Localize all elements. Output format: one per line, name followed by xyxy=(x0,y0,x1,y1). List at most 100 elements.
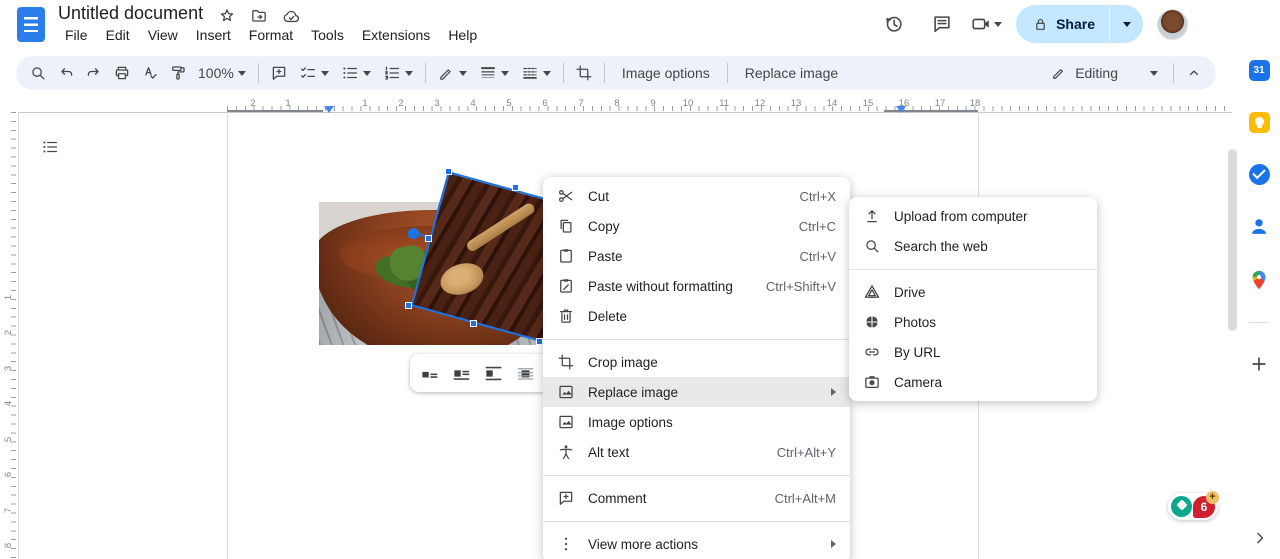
selection-handle-bottom-right[interactable] xyxy=(536,338,543,345)
replace-image-button[interactable]: Replace image xyxy=(735,60,848,86)
right-margin-marker[interactable] xyxy=(896,106,906,113)
menu-item-paste[interactable]: Paste Ctrl+V xyxy=(543,241,850,271)
numbered-list-button[interactable] xyxy=(378,60,418,86)
submenu-arrow-icon xyxy=(831,388,836,396)
chevron-right-icon xyxy=(1250,528,1270,548)
menubar-item[interactable]: Edit xyxy=(97,25,139,45)
version-history-button[interactable] xyxy=(874,4,914,44)
maps-icon[interactable] xyxy=(1248,269,1270,291)
star-button[interactable] xyxy=(216,5,238,27)
menu-item-view-more-actions[interactable]: View more actions xyxy=(543,529,850,559)
hide-menus-button[interactable] xyxy=(1181,60,1207,86)
move-folder-button[interactable] xyxy=(248,5,270,27)
checklist-icon xyxy=(299,64,317,82)
selection-handle-top-mid[interactable] xyxy=(512,184,519,191)
menubar-item[interactable]: View xyxy=(139,25,187,45)
menu-item-copy[interactable]: Copy Ctrl+C xyxy=(543,211,850,241)
zoom-value: 100% xyxy=(198,65,234,81)
rotation-handle[interactable] xyxy=(408,228,419,239)
vertical-scrollbar[interactable] xyxy=(1228,149,1237,331)
behind-text-icon[interactable] xyxy=(516,364,535,383)
menubar-item[interactable]: Extensions xyxy=(353,25,439,45)
divider[interactable] xyxy=(849,261,1097,277)
contacts-icon[interactable] xyxy=(1248,216,1270,238)
show-document-outline-button[interactable] xyxy=(36,133,64,161)
submenu-item-photos[interactable]: Photos xyxy=(849,307,1097,337)
menu-item-cut[interactable]: Cut Ctrl+X xyxy=(543,181,850,211)
wrap-text-icon[interactable] xyxy=(452,364,471,383)
border-weight-button[interactable] xyxy=(474,60,514,86)
ruler-number: 6 xyxy=(2,471,14,478)
zoom-select[interactable]: 100% xyxy=(193,60,251,86)
paint-format-button[interactable] xyxy=(165,60,191,86)
document-status-button[interactable] xyxy=(280,5,302,27)
menu-item-crop-image[interactable]: Crop image xyxy=(543,347,850,377)
selection-handle-bottom-mid[interactable] xyxy=(470,320,477,327)
editing-mode-select[interactable]: Editing xyxy=(1043,60,1166,86)
crop-image-button[interactable] xyxy=(571,60,597,86)
share-dropdown-button[interactable] xyxy=(1109,5,1143,43)
menubar-item[interactable]: Tools xyxy=(302,25,353,45)
submenu-item-drive[interactable]: Drive xyxy=(849,277,1097,307)
menu-item-label: Upload from computer xyxy=(894,208,1028,224)
menubar-item[interactable]: File xyxy=(56,25,97,45)
menu-item-replace-image[interactable]: Replace image xyxy=(543,377,850,407)
selection-handle-bottom-left[interactable] xyxy=(405,302,412,309)
calendar-icon[interactable]: 31 xyxy=(1248,60,1270,81)
menu-item-alt-text[interactable]: Alt text Ctrl+Alt+Y xyxy=(543,437,850,467)
left-margin-marker[interactable] xyxy=(324,106,334,113)
join-call-button[interactable] xyxy=(970,13,1003,35)
divider[interactable] xyxy=(543,331,850,347)
share-button[interactable]: Share xyxy=(1016,5,1109,43)
menubar-item[interactable]: Help xyxy=(439,25,486,45)
bulleted-list-button[interactable] xyxy=(336,60,376,86)
get-addons-icon[interactable] xyxy=(1249,354,1269,374)
break-text-icon[interactable] xyxy=(484,364,503,383)
document-title[interactable]: Untitled document xyxy=(58,3,203,24)
docs-logo-icon[interactable] xyxy=(17,7,45,42)
menu-item-icon xyxy=(557,247,575,265)
ruler-number: 8 xyxy=(2,542,14,549)
keep-icon[interactable] xyxy=(1248,112,1270,133)
menu-item-icon xyxy=(557,489,575,507)
ruler-ticks xyxy=(11,112,16,559)
selection-handle-top-left[interactable] xyxy=(445,168,452,175)
image-options-button[interactable]: Image options xyxy=(612,60,720,86)
submenu-item-upload-from-computer[interactable]: Upload from computer xyxy=(849,201,1097,231)
add-comment-button[interactable] xyxy=(266,60,292,86)
menubar-item[interactable]: Format xyxy=(240,25,302,45)
divider[interactable] xyxy=(543,467,850,483)
menu-item-comment[interactable]: Comment Ctrl+Alt+M xyxy=(543,483,850,513)
submenu-item-camera[interactable]: Camera xyxy=(849,367,1097,397)
toolbar-divider xyxy=(603,63,605,83)
redo-button[interactable] xyxy=(81,60,107,86)
menu-item-image-options[interactable]: Image options xyxy=(543,407,850,437)
ruler-number: 2 xyxy=(2,329,14,336)
extension-badge-icon[interactable]: 6 + xyxy=(1193,490,1219,518)
menubar-item[interactable]: Insert xyxy=(187,25,240,45)
undo-button[interactable] xyxy=(53,60,79,86)
open-comments-button[interactable] xyxy=(922,4,962,44)
checklist-button[interactable] xyxy=(294,60,334,86)
tasks-icon[interactable] xyxy=(1248,164,1270,185)
menu-item-delete[interactable]: Delete xyxy=(543,301,850,331)
border-color-button[interactable] xyxy=(433,60,472,86)
divider[interactable] xyxy=(543,513,850,529)
submenu-item-by-url[interactable]: By URL xyxy=(849,337,1097,367)
search-menus-button[interactable] xyxy=(25,60,51,86)
grammar-extension-icon[interactable] xyxy=(1171,496,1192,517)
spell-check-button[interactable] xyxy=(137,60,163,86)
menu-item-label: By URL xyxy=(894,344,941,360)
menu-item-paste-without-formatting[interactable]: Paste without formatting Ctrl+Shift+V xyxy=(543,271,850,301)
border-dash-button[interactable] xyxy=(516,60,556,86)
menu-item-label: Search the web xyxy=(894,238,988,254)
submenu-item-search-the-web[interactable]: Search the web xyxy=(849,231,1097,261)
browser-extension-pill[interactable]: 6 + xyxy=(1168,490,1219,520)
account-avatar[interactable] xyxy=(1157,8,1188,40)
ruler-number: 3 xyxy=(434,98,440,109)
menu-item-icon xyxy=(863,343,881,361)
print-button[interactable] xyxy=(109,60,135,86)
wrap-inline-icon[interactable] xyxy=(420,364,439,383)
hide-side-panel-button[interactable] xyxy=(1250,528,1270,548)
selection-handle-mid-left[interactable] xyxy=(425,235,432,242)
